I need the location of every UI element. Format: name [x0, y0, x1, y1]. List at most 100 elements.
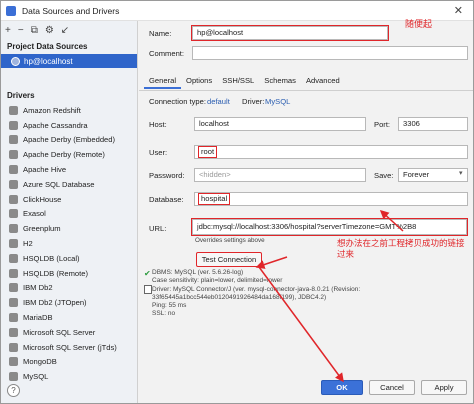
tab-general[interactable]: General [144, 74, 182, 89]
driver-icon [9, 209, 18, 219]
driver-icon [9, 357, 18, 367]
help-button[interactable]: ? [7, 384, 20, 397]
driver-icon [9, 165, 18, 175]
driver-label: Azure SQL Database [23, 179, 95, 189]
chevron-down-icon[interactable]: ▾ [459, 169, 463, 177]
driver-item[interactable]: Microsoft SQL Server (jTds) [1, 340, 137, 355]
driver-icon [9, 179, 18, 189]
driver-item[interactable]: Azure SQL Database [1, 177, 137, 192]
driver-icon [9, 268, 18, 278]
test-connection-button[interactable]: Test Connection [196, 252, 262, 267]
driver-label: Microsoft SQL Server [23, 327, 96, 337]
driver-item[interactable]: Apache Derby (Embedded) [1, 133, 137, 148]
database-icon [11, 56, 20, 66]
driver-item[interactable]: MySQL [1, 369, 137, 384]
driver-label: MySQL [23, 372, 49, 382]
close-icon[interactable]: ✕ [454, 4, 463, 17]
password-label: Password: [149, 171, 185, 180]
tab-schemas[interactable]: Schemas [259, 74, 301, 89]
driver-item[interactable]: IBM Db2 (JTOpen) [1, 295, 137, 310]
project-item-hp-localhost[interactable]: hp@localhost [1, 54, 137, 68]
driver-label: HSQLDB (Remote) [23, 268, 88, 278]
left-toolbar: + − ⧉ ⚙ ↙ [1, 21, 137, 39]
password-field[interactable]: <hidden> [194, 168, 366, 182]
driver-icon [9, 283, 18, 293]
save-select[interactable]: Forever [398, 168, 468, 182]
driver-icon [9, 327, 18, 337]
connection-type-link[interactable]: default [207, 97, 230, 106]
driver-item[interactable]: IBM Db2 [1, 281, 137, 296]
port-label: Port: [374, 120, 391, 129]
import-icon[interactable]: ↙ [61, 25, 69, 36]
add-icon[interactable]: + [5, 25, 11, 36]
tab-divider [139, 90, 473, 91]
driver-icon [9, 135, 18, 145]
driver-label: Apache Hive [23, 165, 67, 175]
driver-label: Exasol [23, 209, 46, 219]
name-field[interactable]: hp@localhost [191, 25, 389, 41]
driver-item[interactable]: ClickHouse [1, 192, 137, 207]
app-icon [6, 5, 16, 16]
checkmark-icon: ✔ [144, 269, 151, 278]
driver-icon [9, 224, 18, 234]
driver-item[interactable]: Exasol [1, 207, 137, 222]
driver-item[interactable]: Apache Derby (Remote) [1, 147, 137, 162]
driver-icon [9, 239, 18, 249]
name-annotation: 随便起 [405, 19, 433, 29]
apply-button[interactable]: Apply [421, 380, 467, 395]
driver-label: MongoDB [23, 357, 57, 367]
driver-item[interactable]: MariaDB [1, 310, 137, 325]
connection-type-label: Connection type: [149, 97, 206, 106]
tab-ssh-ssl[interactable]: SSH/SSL [217, 74, 259, 89]
driver-icon [9, 194, 18, 204]
driver-icon [9, 105, 18, 115]
driver-list: Amazon Redshift Apache Cassandra Apache … [1, 103, 137, 384]
driver-item[interactable]: Greenplum [1, 221, 137, 236]
driver-item[interactable]: Apache Cassandra [1, 118, 137, 133]
copy-icon[interactable] [144, 285, 152, 294]
settings-tabs: General Options SSH/SSL Schemas Advanced [144, 74, 345, 89]
driver-label: Apache Derby (Embedded) [23, 135, 116, 145]
driver-label: HSQLDB (Local) [23, 253, 80, 263]
port-field[interactable]: 3306 [398, 117, 468, 131]
url-field[interactable]: jdbc:mysql://localhost:3306/hospital?ser… [191, 218, 468, 236]
database-label: Database: [149, 195, 184, 204]
data-sources-window: Data Sources and Drivers ✕ + − ⧉ ⚙ ↙ Pro… [0, 0, 474, 404]
driver-icon [9, 313, 18, 323]
driver-item[interactable]: HSQLDB (Remote) [1, 266, 137, 281]
duplicate-icon[interactable]: ⧉ [31, 25, 38, 36]
driver-item[interactable]: Microsoft SQL Server [1, 325, 137, 340]
database-field[interactable]: hospital [194, 192, 468, 206]
driver-item[interactable]: HSQLDB (Local) [1, 251, 137, 266]
settings-icon[interactable]: ⚙ [45, 25, 54, 36]
driver-label: Greenplum [23, 224, 61, 234]
project-item-label: hp@localhost [24, 56, 73, 66]
left-pane: + − ⧉ ⚙ ↙ Project Data Sources hp@localh… [1, 21, 138, 403]
driver-link[interactable]: MySQL [265, 97, 290, 106]
url-override-note: Overrides settings above [195, 237, 265, 244]
remove-icon[interactable]: − [18, 25, 24, 36]
user-field[interactable]: root [194, 145, 468, 159]
driver-icon [9, 150, 18, 160]
comment-field[interactable] [192, 46, 468, 60]
driver-icon [9, 253, 18, 263]
title-bar: Data Sources and Drivers ✕ [1, 1, 473, 21]
connection-status-text: DBMS: MySQL (ver. 5.6.26-log) Case sensi… [152, 269, 361, 318]
driver-label: Amazon Redshift [23, 105, 81, 115]
driver-item[interactable]: MongoDB [1, 355, 137, 370]
tab-options[interactable]: Options [181, 74, 217, 89]
driver-label: IBM Db2 (JTOpen) [23, 298, 87, 308]
driver-icon [9, 120, 18, 130]
driver-item[interactable]: H2 [1, 236, 137, 251]
ok-button[interactable]: OK [321, 380, 363, 395]
driver-item[interactable]: Apache Hive [1, 162, 137, 177]
driver-icon [9, 298, 18, 308]
driver-label: MariaDB [23, 313, 53, 323]
cancel-button[interactable]: Cancel [369, 380, 415, 395]
host-field[interactable]: localhost [194, 117, 366, 131]
comment-label: Comment: [149, 49, 185, 58]
url-label: URL: [149, 224, 167, 233]
user-value: root [197, 146, 218, 158]
driver-item[interactable]: Amazon Redshift [1, 103, 137, 118]
tab-advanced[interactable]: Advanced [301, 74, 345, 89]
